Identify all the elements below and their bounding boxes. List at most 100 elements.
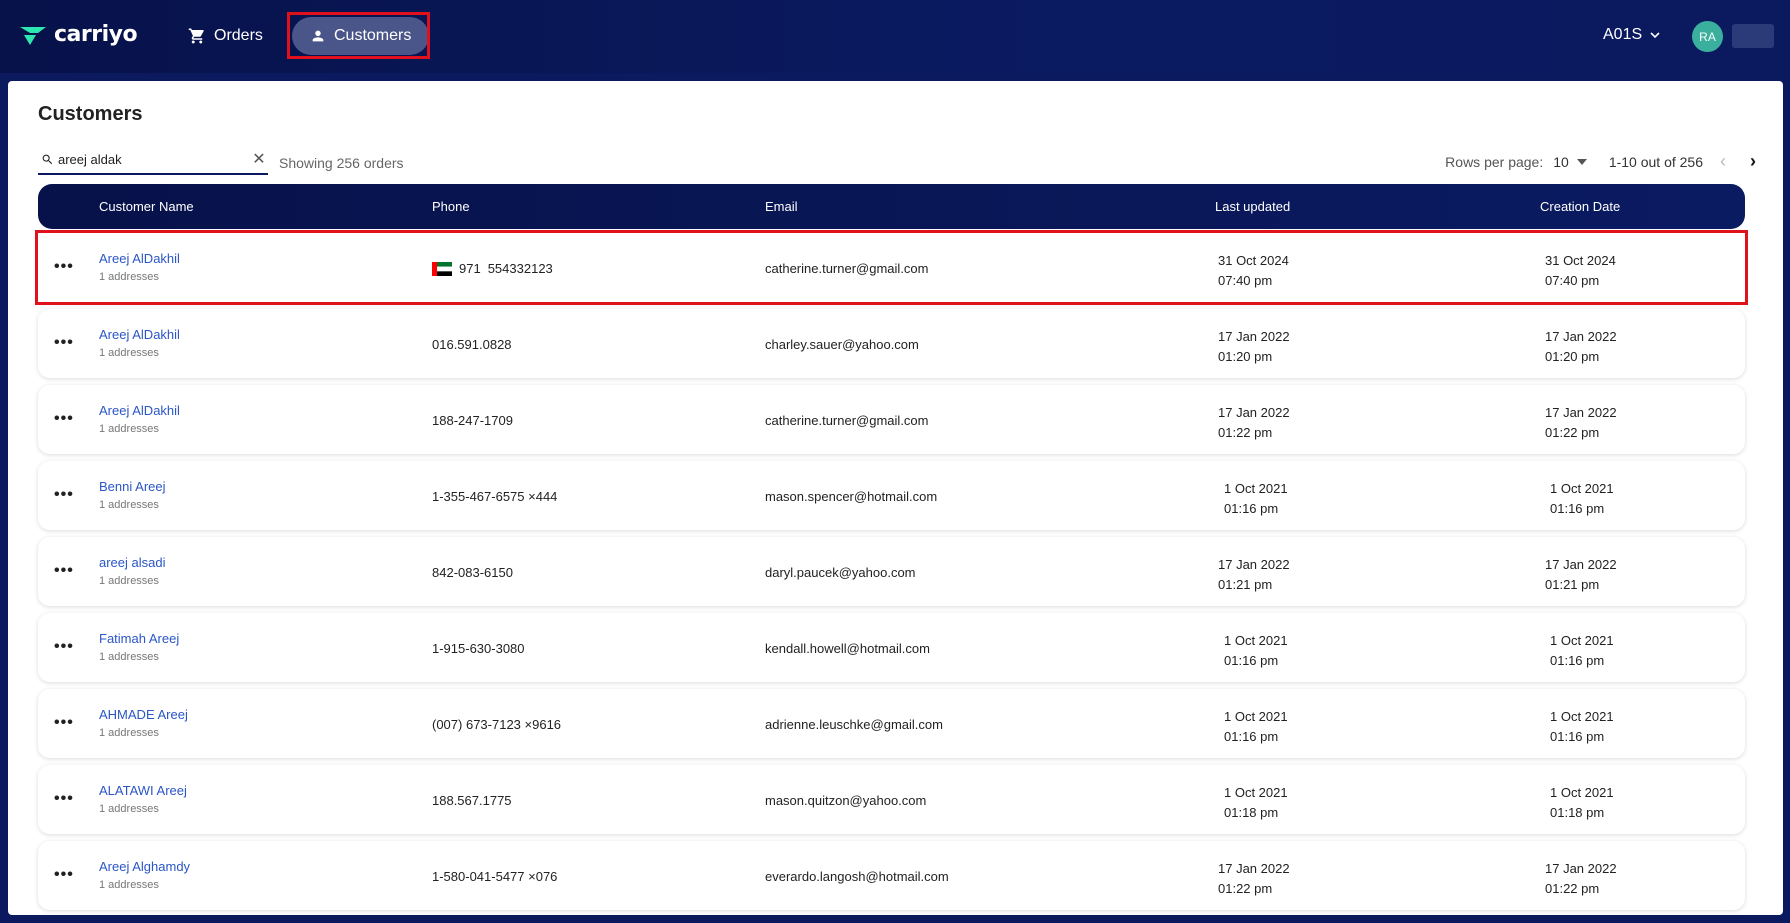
last-updated-time: 01:22 pm (1218, 881, 1273, 896)
customer-addresses: 1 addresses (99, 727, 159, 739)
customer-name-link[interactable]: Areej AlDakhil (99, 327, 180, 342)
rows-per-page-label: Rows per page: (1445, 153, 1544, 170)
table-row[interactable]: ••• Areej AlDakhil 1 addresses 016.591.0… (38, 309, 1745, 378)
last-updated: 17 Jan 2022 01:22 pm (1218, 403, 1290, 443)
customer-addresses: 1 addresses (99, 423, 159, 435)
row-actions-button[interactable]: ••• (54, 866, 74, 884)
carriyo-logo[interactable]: carriyo (18, 22, 138, 47)
creation-date-date: 17 Jan 2022 (1545, 557, 1617, 572)
row-actions-button[interactable]: ••• (54, 714, 74, 732)
row-actions-button[interactable]: ••• (54, 562, 74, 580)
row-actions-button[interactable]: ••• (54, 334, 74, 352)
customer-phone: 1-355-467-6575 ×444 (432, 489, 558, 504)
table-row[interactable]: ••• Fatimah Areej 1 addresses 1-915-630-… (38, 613, 1745, 682)
customer-name-link[interactable]: areej alsadi (99, 555, 166, 570)
customer-addresses: 1 addresses (99, 271, 159, 283)
creation-date-time: 01:16 pm (1550, 729, 1605, 744)
creation-date: 17 Jan 2022 01:21 pm (1545, 555, 1617, 595)
creation-date-time: 01:16 pm (1550, 653, 1605, 668)
customer-name-link[interactable]: Areej Alghamdy (99, 859, 190, 874)
creation-date-time: 01:21 pm (1545, 577, 1600, 592)
creation-date-date: 1 Oct 2021 (1550, 481, 1614, 496)
customers-panel: Customers ✕ Showing 256 orders Rows per … (8, 81, 1783, 915)
creation-date-date: 17 Jan 2022 (1545, 861, 1617, 876)
creation-date-time: 01:16 pm (1550, 501, 1605, 516)
row-actions-button[interactable]: ••• (54, 486, 74, 504)
row-actions-button[interactable]: ••• (54, 410, 74, 428)
customer-name-link[interactable]: AHMADE Areej (99, 707, 188, 722)
creation-date-date: 1 Oct 2021 (1550, 709, 1614, 724)
customer-name-link[interactable]: Benni Areej (99, 479, 166, 494)
customer-addresses: 1 addresses (99, 651, 159, 663)
last-updated: 1 Oct 2021 01:18 pm (1224, 783, 1288, 823)
column-header-phone[interactable]: Phone (432, 199, 470, 214)
customer-name-link[interactable]: Areej AlDakhil (99, 403, 180, 418)
creation-date-time: 01:22 pm (1545, 881, 1600, 896)
last-updated-time: 01:22 pm (1218, 425, 1273, 440)
creation-date-date: 31 Oct 2024 (1545, 253, 1616, 268)
phone-country-code: 971 (459, 261, 481, 276)
table-row[interactable]: ••• Benni Areej 1 addresses 1-355-467-65… (38, 461, 1745, 530)
last-updated-time: 01:21 pm (1218, 577, 1273, 592)
customer-addresses: 1 addresses (99, 347, 159, 359)
cart-icon (188, 28, 204, 44)
nav-orders-label: Orders (214, 27, 263, 44)
logo-text: carriyo (54, 22, 138, 47)
search-box[interactable]: ✕ (38, 145, 268, 175)
rows-per-page-select[interactable]: 10 (1553, 154, 1587, 170)
nav-orders[interactable]: Orders (170, 17, 281, 55)
column-header-customer-name[interactable]: Customer Name (99, 199, 194, 214)
last-updated: 1 Oct 2021 01:16 pm (1224, 707, 1288, 747)
customer-email: catherine.turner@gmail.com (765, 261, 929, 276)
table-row[interactable]: ••• areej alsadi 1 addresses 842-083-615… (38, 537, 1745, 606)
last-updated: 31 Oct 2024 07:40 pm (1218, 251, 1289, 291)
row-actions-button[interactable]: ••• (54, 258, 74, 276)
rows-per-page-value: 10 (1553, 153, 1569, 170)
customer-phone: 016.591.0828 (432, 337, 512, 352)
column-header-creation-date[interactable]: Creation Date (1540, 199, 1620, 214)
table-row[interactable]: ••• ALATAWI Areej 1 addresses 188.567.17… (38, 765, 1745, 834)
customer-name-link[interactable]: Fatimah Areej (99, 631, 179, 646)
creation-date-time: 01:20 pm (1545, 349, 1600, 364)
customer-addresses: 1 addresses (99, 499, 159, 511)
account-selector[interactable]: A01S (1603, 26, 1660, 44)
column-header-last-updated[interactable]: Last updated (1215, 199, 1290, 214)
creation-date-date: 17 Jan 2022 (1545, 329, 1617, 344)
search-icon (38, 153, 56, 166)
next-page-button[interactable]: › (1743, 151, 1763, 172)
last-updated: 17 Jan 2022 01:21 pm (1218, 555, 1290, 595)
customer-email: charley.sauer@yahoo.com (765, 337, 919, 352)
customer-phone: 188-247-1709 (432, 413, 513, 428)
clear-icon[interactable]: ✕ (250, 149, 268, 169)
customer-phone: 1-580-041-5477 ×076 (432, 869, 558, 884)
last-updated: 17 Jan 2022 01:22 pm (1218, 859, 1290, 899)
customer-name-link[interactable]: Areej AlDakhil (99, 251, 180, 266)
search-input[interactable] (56, 151, 250, 167)
table-row[interactable]: ••• Areej Alghamdy 1 addresses 1-580-041… (38, 841, 1745, 910)
customer-name-link[interactable]: ALATAWI Areej (99, 783, 187, 798)
table-row[interactable]: ••• Areej AlDakhil 1 addresses 971 55433… (35, 230, 1748, 305)
page-title: Customers (38, 103, 143, 125)
row-actions-button[interactable]: ••• (54, 638, 74, 656)
top-navigation-bar: carriyo Orders Customers A01S RA (0, 0, 1790, 73)
creation-date: 31 Oct 2024 07:40 pm (1545, 251, 1616, 291)
previous-page-button[interactable]: ‹ (1713, 151, 1733, 172)
column-header-email[interactable]: Email (765, 199, 798, 214)
customer-email: mason.quitzon@yahoo.com (765, 793, 927, 808)
user-name-placeholder[interactable] (1732, 24, 1774, 48)
row-actions-button[interactable]: ••• (54, 790, 74, 808)
last-updated: 17 Jan 2022 01:20 pm (1218, 327, 1290, 367)
table-row[interactable]: ••• Areej AlDakhil 1 addresses 188-247-1… (38, 385, 1745, 454)
phone-number: 554332123 (487, 261, 553, 276)
creation-date: 1 Oct 2021 01:18 pm (1550, 783, 1614, 823)
customer-addresses: 1 addresses (99, 879, 159, 891)
creation-date-date: 1 Oct 2021 (1550, 633, 1614, 648)
creation-date-time: 07:40 pm (1545, 273, 1600, 288)
avatar[interactable]: RA (1692, 21, 1723, 52)
table-row[interactable]: ••• AHMADE Areej 1 addresses (007) 673-7… (38, 689, 1745, 758)
chevron-down-icon (1650, 32, 1660, 39)
customer-email: kendall.howell@hotmail.com (765, 641, 930, 656)
creation-date: 17 Jan 2022 01:22 pm (1545, 403, 1617, 443)
last-updated-time: 01:16 pm (1224, 501, 1279, 516)
last-updated-date: 1 Oct 2021 (1224, 481, 1288, 496)
